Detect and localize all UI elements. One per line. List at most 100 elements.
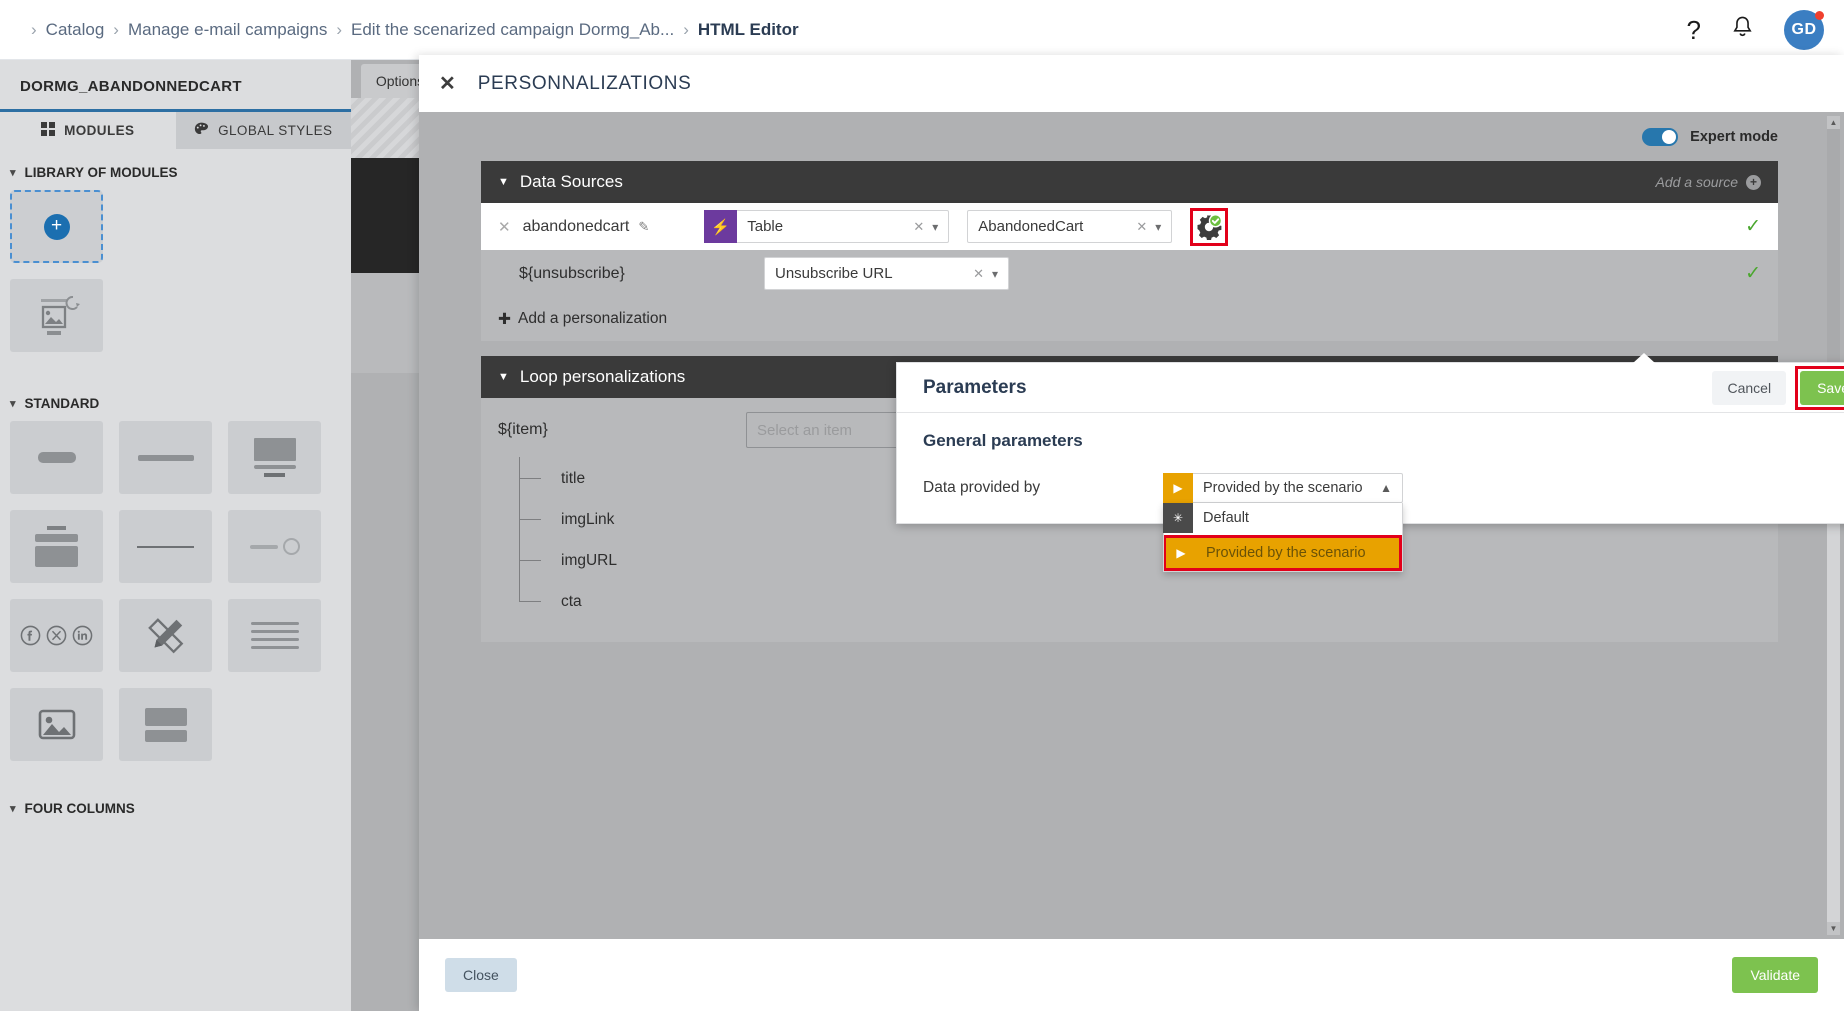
parameters-header: Parameters Cancel Save	[897, 363, 1844, 413]
tree-item[interactable]: cta	[481, 580, 1778, 622]
grid-icon	[41, 122, 56, 139]
tree-branch-icon	[519, 498, 541, 540]
toggle-knob	[1662, 129, 1677, 144]
chevron-down-icon[interactable]: ▾	[932, 220, 948, 234]
page-title: DORMG_ABANDONNEDCART	[20, 78, 242, 95]
breadcrumb-item-edit-campaign[interactable]: Edit the scenarized campaign Dormg_Ab...	[351, 20, 674, 40]
standard-modules-grid	[0, 421, 351, 761]
plus-circle-icon: +	[1746, 174, 1761, 190]
caret-down-icon: ▼	[498, 371, 509, 383]
section-library-of-modules[interactable]: ▾ LIBRARY OF MODULES	[0, 149, 351, 190]
breadcrumb-separator: ›	[31, 19, 37, 39]
module-card-video[interactable]	[228, 421, 321, 494]
sidebar-tabs: MODULES GLOBAL STYLES	[0, 109, 351, 149]
module-card-text-lines[interactable]	[228, 599, 321, 672]
breadcrumb-item-catalog[interactable]: Catalog	[46, 20, 105, 40]
chevron-down-icon[interactable]: ▾	[1155, 220, 1171, 234]
bell-icon[interactable]	[1731, 15, 1754, 44]
source-table-value: AbandonedCart	[978, 218, 1084, 235]
close-button[interactable]: Close	[445, 958, 517, 992]
dropdown-option-provided-by-scenario[interactable]: ▶ Provided by the scenario	[1166, 538, 1399, 568]
data-sources-panel: ▼ Data Sources Add a source + ✕ abandone…	[481, 161, 1778, 341]
avatar[interactable]: GD	[1784, 9, 1824, 50]
edit-pencil-icon[interactable]: ✎	[638, 219, 649, 235]
loop-item-key: ${item}	[498, 421, 548, 438]
save-button[interactable]: Save	[1800, 370, 1844, 405]
cancel-button[interactable]: Cancel	[1712, 370, 1787, 405]
expert-mode-toggle[interactable]	[1642, 127, 1679, 146]
section-standard[interactable]: ▾ STANDARD	[0, 380, 351, 421]
modal-body: ▲ ▼ Expert mode ▼ Data Sources Add a sou…	[419, 112, 1844, 939]
tree-item-label: imgURL	[561, 551, 617, 569]
section-four-columns[interactable]: ▾ FOUR COLUMNS	[0, 785, 351, 826]
add-personalization-label: Add a personalization	[518, 310, 668, 327]
module-card-saved-image[interactable]	[10, 279, 103, 352]
caret-down-icon: ▼	[498, 176, 509, 188]
tab-modules[interactable]: MODULES	[0, 112, 176, 149]
app-root: › Catalog › Manage e-mail campaigns › Ed…	[0, 0, 1844, 1011]
tree-item[interactable]: imgURL	[481, 539, 1778, 581]
module-card-divider-thin[interactable]	[119, 510, 212, 583]
clear-value-icon[interactable]: ✕	[973, 266, 992, 282]
close-icon[interactable]: ✕	[439, 71, 456, 96]
personalization-row: ${unsubscribe} Unsubscribe URL ✕ ▾ ✓	[481, 250, 1778, 297]
personalizations-modal: ✕ PERSONNALIZATIONS ▲ ▼ Expert mode ▼ Da…	[419, 55, 1844, 1011]
module-card-card-layout[interactable]	[10, 510, 103, 583]
general-parameters-subtitle: General parameters	[923, 431, 1083, 450]
dropdown-option-highlight: ▶ Provided by the scenario	[1164, 535, 1402, 571]
data-provided-by-label: Data provided by	[923, 479, 1041, 496]
validate-button[interactable]: Validate	[1732, 957, 1818, 993]
chevron-down-icon: ▾	[10, 803, 16, 815]
tab-modules-label: MODULES	[64, 123, 135, 138]
data-source-name: abandonedcart	[522, 217, 630, 235]
add-personalization-button[interactable]: ✚ Add a personalization	[481, 297, 1778, 341]
personalization-value-select[interactable]: Unsubscribe URL ✕ ▾	[764, 257, 1009, 290]
scroll-down-arrow-icon[interactable]: ▼	[1827, 922, 1840, 935]
top-bar-actions: ? GD	[1687, 9, 1844, 50]
canvas-light-block	[351, 273, 423, 373]
module-card-image-text[interactable]	[119, 688, 212, 761]
dropdown-trigger[interactable]: ▶ Provided by the scenario ▲	[1163, 473, 1403, 503]
add-source-label: Add a source	[1655, 174, 1739, 190]
breadcrumb-item-html-editor[interactable]: HTML Editor	[698, 20, 799, 40]
dropdown-options-list: ✳ Default ▶ Provided by the scenario	[1163, 503, 1403, 572]
question-mark-icon[interactable]: ?	[1687, 17, 1701, 43]
source-type-select[interactable]: ⚡ Table ✕ ▾	[704, 210, 950, 243]
lightning-icon: ⚡	[704, 210, 738, 243]
data-sources-header[interactable]: ▼ Data Sources Add a source +	[481, 161, 1778, 203]
notification-dot-icon	[1815, 10, 1824, 20]
add-module-card[interactable]: +	[10, 190, 103, 263]
library-modules-grid: +	[0, 190, 351, 263]
play-icon: ▶	[1163, 473, 1193, 503]
module-card-image[interactable]	[10, 688, 103, 761]
tab-global-styles[interactable]: GLOBAL STYLES	[175, 112, 351, 149]
module-card-button[interactable]	[10, 421, 103, 494]
scroll-up-arrow-icon[interactable]: ▲	[1827, 116, 1840, 129]
canvas-dark-block	[351, 158, 423, 273]
chevron-down-icon: ▾	[10, 167, 16, 179]
section-standard-label: STANDARD	[24, 396, 100, 411]
add-source-button[interactable]: Add a source +	[1655, 174, 1761, 190]
breadcrumb-item-campaigns[interactable]: Manage e-mail campaigns	[128, 20, 327, 40]
personalization-status-check-icon: ✓	[1745, 263, 1761, 284]
dropdown-selected-value: Provided by the scenario	[1203, 480, 1363, 496]
dropdown-option-default[interactable]: ✳ Default	[1163, 503, 1402, 533]
gear-check-icon[interactable]	[1190, 207, 1229, 246]
save-button-highlight: Save	[1795, 365, 1844, 410]
tree-branch-icon	[519, 539, 541, 581]
module-card-design-tools[interactable]	[119, 599, 212, 672]
source-table-select[interactable]: AbandonedCart ✕ ▾	[967, 210, 1173, 243]
module-card-line-circle[interactable]	[228, 510, 321, 583]
source-status-check-icon: ✓	[1745, 216, 1761, 237]
breadcrumb-separator: ›	[113, 19, 119, 39]
module-card-divider-thick[interactable]	[119, 421, 212, 494]
tree-branch-icon	[519, 580, 541, 602]
chevron-down-icon[interactable]: ▾	[992, 267, 1008, 281]
personalization-value: Unsubscribe URL	[775, 265, 893, 282]
remove-source-icon[interactable]: ✕	[498, 218, 511, 236]
dropdown-option-label: Provided by the scenario	[1206, 545, 1366, 561]
module-card-social[interactable]	[10, 599, 103, 672]
clear-type-icon[interactable]: ✕	[913, 219, 932, 235]
chevron-up-icon[interactable]: ▲	[1380, 481, 1402, 495]
clear-table-icon[interactable]: ✕	[1136, 219, 1155, 235]
